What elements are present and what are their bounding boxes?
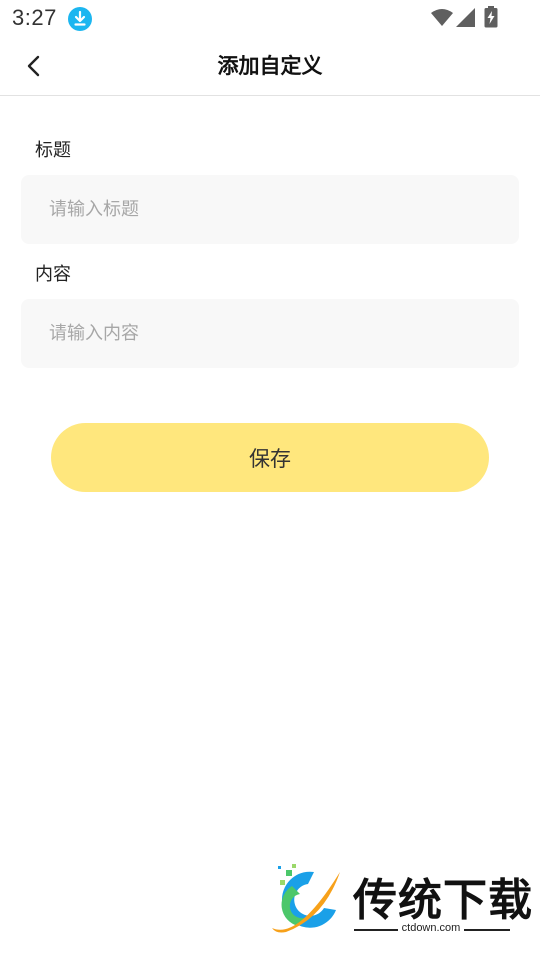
watermark-brand: 传统下载 — [353, 875, 533, 926]
ctdown-logo-icon — [272, 864, 340, 933]
nav-bar: 添加自定义 — [0, 38, 540, 96]
chevron-left-icon — [27, 55, 40, 77]
watermark: 传统下载 ctdown.com — [268, 862, 532, 940]
back-button[interactable] — [16, 48, 52, 84]
save-button[interactable]: 保存 — [51, 423, 489, 492]
title-label: 标题 — [35, 140, 71, 161]
battery-charging-icon — [484, 6, 498, 32]
wifi-icon — [430, 8, 454, 32]
content-input[interactable] — [21, 299, 519, 368]
content-label: 内容 — [35, 264, 71, 285]
signal-icon — [455, 8, 477, 32]
watermark-url: ctdown.com — [401, 922, 461, 934]
status-time: 3:27 — [12, 5, 57, 30]
watermark-divider-right — [464, 929, 510, 931]
title-input[interactable] — [21, 175, 519, 244]
page-title: 添加自定义 — [217, 54, 323, 78]
download-icon — [68, 7, 92, 31]
status-bar: 3:27 — [0, 0, 540, 38]
watermark-divider-left — [354, 929, 398, 931]
